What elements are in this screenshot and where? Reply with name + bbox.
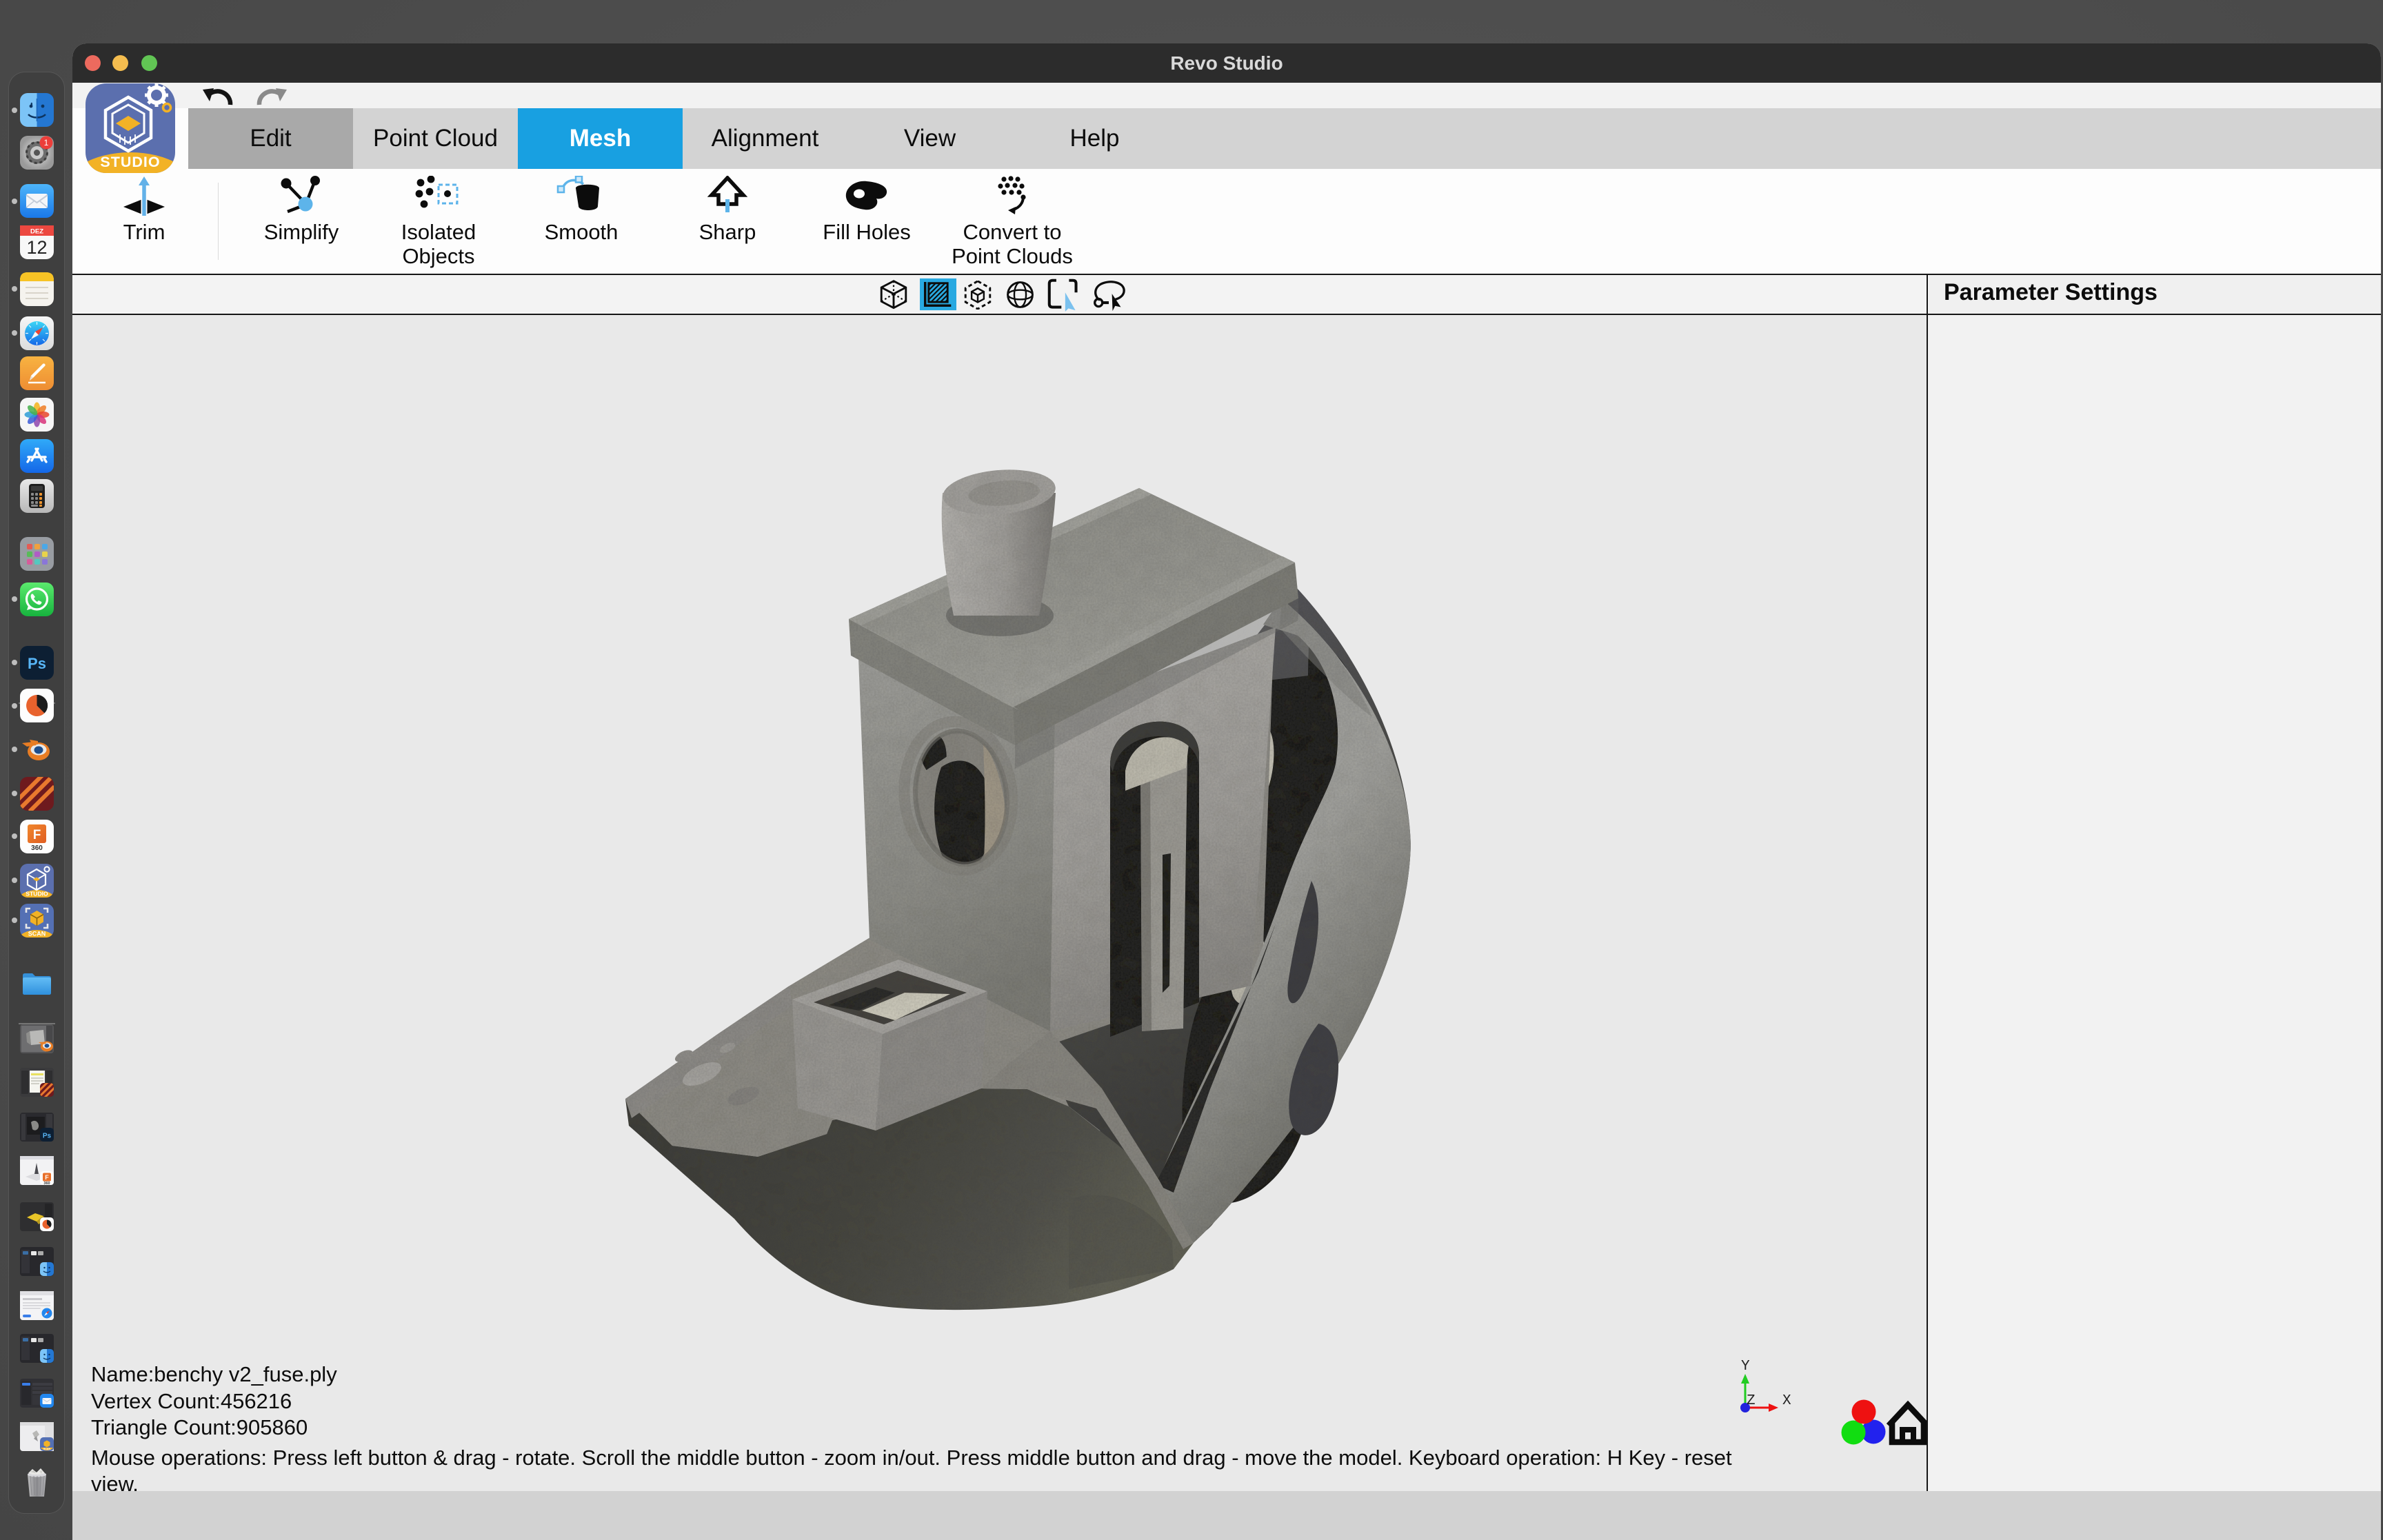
svg-text:STUDIO: STUDIO xyxy=(100,154,160,170)
svg-text:SCAN: SCAN xyxy=(43,1448,51,1450)
svg-text:Ps: Ps xyxy=(43,1133,52,1140)
svg-text:Z: Z xyxy=(1747,1393,1756,1409)
svg-text:360: 360 xyxy=(43,1182,50,1186)
svg-text:Ps: Ps xyxy=(28,655,46,672)
svg-text:DEZ: DEZ xyxy=(30,228,43,236)
svg-text:360: 360 xyxy=(31,844,43,852)
svg-text:1: 1 xyxy=(44,138,49,148)
svg-text:Y: Y xyxy=(1741,1359,1750,1375)
svg-text:X: X xyxy=(1782,1393,1791,1409)
svg-text:F: F xyxy=(33,828,41,842)
svg-text:SCAN: SCAN xyxy=(28,931,46,938)
svg-text:12: 12 xyxy=(26,237,47,258)
svg-text:STUDIO: STUDIO xyxy=(26,891,48,898)
svg-text:F: F xyxy=(45,1174,49,1181)
